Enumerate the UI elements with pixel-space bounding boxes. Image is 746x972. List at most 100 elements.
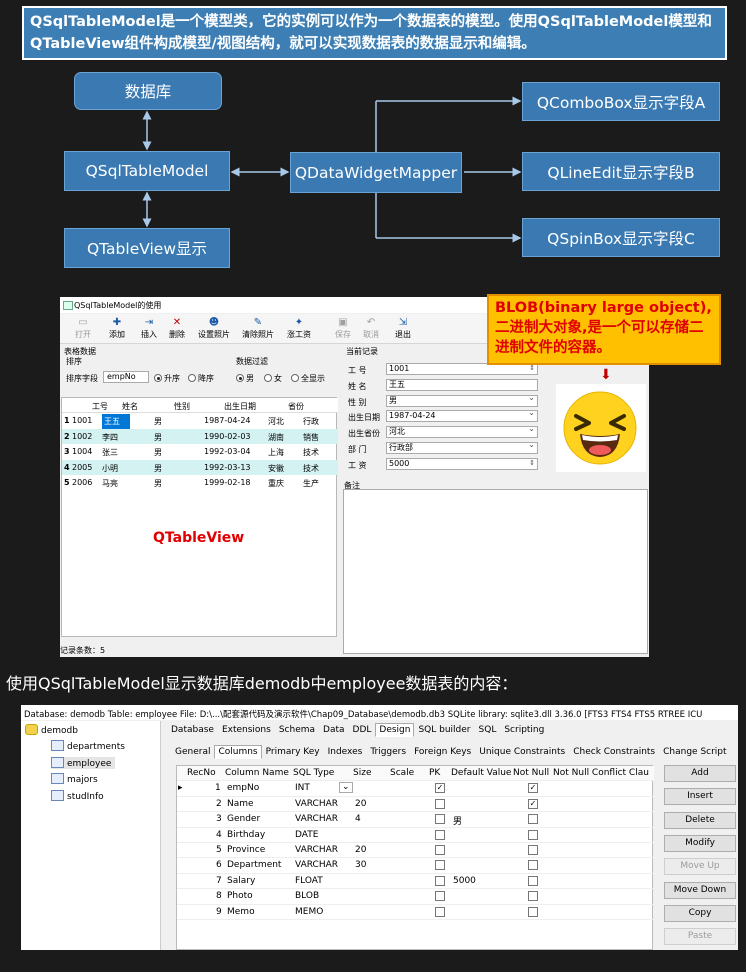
table-cell[interactable]: 1001 (72, 416, 92, 425)
tab-ddl[interactable]: DDL (349, 723, 376, 737)
table-row[interactable]: 4 2005 小明 男 1992-03-13 安徽 技术 (62, 459, 338, 475)
table-cell[interactable]: 行政 (303, 416, 319, 427)
column-header[interactable]: 工号 (92, 401, 108, 412)
table-cell[interactable]: 技术 (303, 447, 319, 458)
grid-column-name[interactable]: Gender (227, 814, 260, 824)
table-cell[interactable]: 安徽 (268, 463, 284, 474)
subtab-check-constraints[interactable]: Check Constraints (569, 745, 659, 759)
table-cell[interactable]: 1999-02-18 (204, 478, 251, 487)
toolbar-button-add[interactable]: ✚ 添加 (100, 316, 134, 340)
tab-sql[interactable]: SQL (475, 723, 501, 737)
not-null-checkbox[interactable]: ✓ (528, 783, 538, 794)
grid-sql-type[interactable]: MEMO (295, 907, 323, 917)
sort-asc-radio[interactable]: 升序 (154, 373, 180, 384)
column-header[interactable]: 姓名 (122, 401, 138, 412)
table-cell[interactable]: 1987-04-24 (204, 416, 251, 425)
grid-column-name[interactable]: Salary (227, 876, 255, 886)
grid-row[interactable]: 5 Province VARCHAR 20 (177, 843, 654, 859)
not-null-checkbox[interactable] (528, 875, 538, 886)
grid-column-name[interactable]: Province (227, 845, 265, 855)
move-up-button[interactable]: Move Up (664, 858, 736, 876)
tab-schema[interactable]: Schema (275, 723, 319, 737)
grid-row[interactable]: ▸ 1 empNo INT ⌄ ✓ ✓ (177, 781, 654, 797)
record-field-combo[interactable]: 1987-04-24 (386, 408, 538, 423)
table-row[interactable]: 1 1001 王五 男 1987-04-24 河北 行政 (62, 413, 338, 429)
not-null-checkbox[interactable] (528, 906, 538, 917)
pk-checkbox[interactable] (435, 906, 445, 917)
paste-button[interactable]: Paste (664, 928, 736, 946)
tree-table-studInfo[interactable]: studInfo (51, 789, 108, 802)
columns-grid[interactable]: RecNo Column Name SQL Type Size Scale PK Defau… (176, 765, 654, 950)
grid-default-value[interactable]: 男 (453, 814, 462, 827)
grid-row[interactable]: 6 Department VARCHAR 30 (177, 858, 654, 874)
table-cell[interactable]: 小明 (102, 463, 118, 474)
not-null-checkbox[interactable]: ✓ (528, 798, 538, 809)
table-cell[interactable]: 上海 (268, 447, 284, 458)
tab-data[interactable]: Data (319, 723, 349, 737)
grid-sql-type[interactable]: VARCHAR (295, 799, 338, 809)
not-null-checkbox[interactable] (528, 845, 538, 855)
pk-checkbox[interactable] (435, 829, 445, 840)
table-cell[interactable]: 男 (154, 447, 162, 458)
table-cell[interactable]: 1992-03-04 (204, 447, 251, 456)
table-view[interactable]: 工号 姓名 性别 出生日期 省份 1 1001 王五男 1987-04-24 河北 行政 2 1002 李… (61, 397, 338, 637)
table-cell[interactable]: 1992-03-13 (204, 463, 251, 472)
table-cell[interactable]: 张三 (102, 447, 118, 458)
column-header[interactable]: 性别 (174, 401, 190, 412)
grid-column-header[interactable]: Column Name (225, 768, 289, 778)
subtab-triggers[interactable]: Triggers (366, 745, 410, 759)
toolbar-button-clear-photo[interactable]: ✎ 清除照片 (236, 316, 280, 340)
sort-field-select[interactable]: empNo (103, 371, 149, 383)
table-cell[interactable]: 李四 (102, 432, 118, 443)
table-cell[interactable]: 生产 (303, 478, 319, 489)
tree-table-employee[interactable]: employee (51, 756, 116, 769)
subtab-foreign-keys[interactable]: Foreign Keys (410, 745, 475, 759)
grid-column-name[interactable]: Birthday (227, 830, 265, 840)
grid-sql-type[interactable]: INT (295, 783, 310, 793)
grid-size[interactable]: 20 (355, 845, 366, 855)
sql-type-dropdown-icon[interactable]: ⌄ (339, 782, 353, 794)
table-cell[interactable]: 2006 (72, 478, 92, 487)
toolbar-button-open-folder[interactable]: ▭ 打开 (66, 316, 100, 340)
grid-row[interactable]: 2 Name VARCHAR 20 ✓ (177, 797, 654, 813)
tab-database[interactable]: Database (167, 723, 218, 737)
pk-checkbox[interactable] (435, 875, 445, 886)
table-cell[interactable]: 河北 (268, 416, 284, 427)
table-cell[interactable]: 男 (154, 463, 162, 474)
subtab-general[interactable]: General (171, 745, 214, 759)
grid-sql-type[interactable]: BLOB (295, 891, 319, 901)
grid-column-header[interactable]: SQL Type (293, 768, 334, 778)
tab-design[interactable]: Design (375, 723, 415, 737)
grid-column-header[interactable]: Default Value (451, 768, 511, 778)
pk-checkbox[interactable]: ✓ (435, 783, 445, 794)
modify-button[interactable]: Modify (664, 834, 736, 852)
grid-column-header[interactable]: Not Null (513, 768, 549, 778)
record-field-combo[interactable]: 行政部 (386, 440, 538, 454)
filter-all-radio[interactable]: 全显示 (291, 373, 325, 384)
tree-table-majors[interactable]: majors (51, 773, 102, 785)
grid-column-header[interactable]: Not Null Conflict Clau (553, 768, 649, 778)
grid-sql-type[interactable]: VARCHAR (295, 845, 338, 855)
copy-button[interactable]: Copy (664, 904, 736, 922)
table-row[interactable]: 2 1002 李四 男 1990-02-03 湖南 销售 (62, 428, 338, 444)
tab-sql-builder[interactable]: SQL builder (414, 723, 474, 737)
grid-column-header[interactable]: Scale (390, 768, 414, 778)
table-row[interactable]: 3 1004 张三 男 1992-03-04 上海 技术 (62, 444, 338, 459)
table-cell[interactable]: 技术 (303, 463, 319, 474)
grid-column-header[interactable]: PK (429, 768, 440, 778)
tab-extensions[interactable]: Extensions (218, 723, 275, 737)
pk-checkbox[interactable] (435, 860, 445, 871)
pk-checkbox[interactable] (435, 798, 445, 809)
add-button[interactable]: Add (664, 765, 736, 782)
grid-sql-type[interactable]: FLOAT (295, 876, 323, 886)
table-row[interactable]: 5 2006 马亮 男 1999-02-18 重庆 生产 (62, 475, 338, 490)
pk-checkbox[interactable] (435, 845, 445, 855)
table-cell[interactable]: 1004 (72, 447, 92, 456)
record-field-line[interactable]: 王五 (386, 378, 538, 391)
grid-sql-type[interactable]: DATE (295, 830, 318, 840)
toolbar-button-exit[interactable]: ⇲ 退出 (386, 316, 420, 340)
table-cell[interactable]: 1002 (72, 432, 92, 441)
grid-size[interactable]: 30 (355, 860, 366, 870)
table-cell[interactable]: 王五 (102, 414, 130, 429)
grid-column-name[interactable]: Memo (227, 907, 255, 917)
